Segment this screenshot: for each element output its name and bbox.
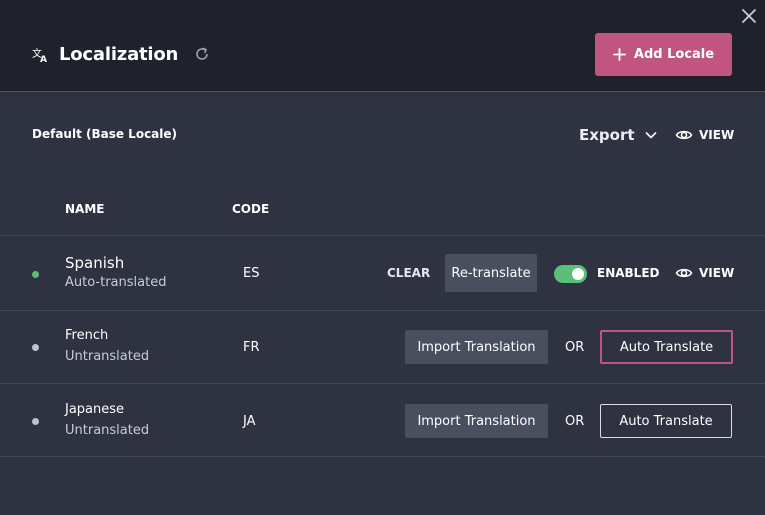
column-header-name: NAME [65,202,105,216]
locale-status: Untranslated [65,423,150,438]
import-translation-button[interactable]: Import Translation [405,404,548,438]
locale-name: Japanese [65,402,125,417]
view-label: VIEW [699,128,735,142]
auto-translate-label: Auto Translate [619,339,714,355]
locale-status: Auto-translated [65,275,167,290]
auto-translate-label: Auto Translate [619,413,713,429]
import-translation-label: Import Translation [417,413,536,429]
translate-icon: 文 A [32,47,47,63]
view-label: VIEW [699,266,735,280]
auto-translate-button[interactable]: Auto Translate [600,330,733,364]
import-translation-label: Import Translation [417,339,536,355]
enabled-label: ENABLED [597,266,660,280]
locale-row-french: French Untranslated FR Import Translatio… [0,310,765,383]
locale-code: JA [243,414,256,429]
retranslate-label: Re-translate [451,265,531,281]
locale-code: ES [243,266,260,281]
retranslate-button[interactable]: Re-translate [445,254,537,292]
export-dropdown[interactable]: Export [579,125,657,145]
export-label: Export [579,126,635,144]
locale-code: FR [243,340,260,355]
refresh-icon[interactable] [194,46,210,62]
eye-icon [675,130,693,140]
column-header-code: CODE [232,202,270,216]
title-group: 文 A Localization [32,42,210,66]
locale-status: Untranslated [65,349,150,364]
add-locale-button[interactable]: Add Locale [595,33,732,76]
close-icon[interactable] [740,7,758,25]
base-view-link[interactable]: VIEW [675,126,734,144]
locale-name: Spanish [65,254,125,272]
base-locale-label: Default (Base Locale) [32,127,178,141]
spanish-view-link[interactable]: VIEW [675,264,734,282]
dialog-title: Localization [59,43,179,65]
chevron-down-icon [645,132,656,139]
status-dot [32,344,39,351]
svg-text:A: A [40,55,47,63]
or-separator: OR [565,414,585,429]
import-translation-button[interactable]: Import Translation [405,330,548,364]
status-dot [32,418,39,425]
add-locale-label: Add Locale [633,47,715,62]
or-separator: OR [565,340,585,355]
auto-translate-button[interactable]: Auto Translate [600,404,732,438]
status-dot [32,271,39,278]
locale-name: French [65,328,109,343]
dialog-header: 文 A Localization Add Locale [0,0,765,92]
locale-row-japanese: Japanese Untranslated JA Import Translat… [0,383,765,457]
enabled-toggle[interactable] [554,265,587,283]
eye-icon [675,268,693,278]
locale-row-spanish: Spanish Auto-translated ES CLEAR Re-tran… [0,235,765,310]
plus-icon [613,48,626,61]
toggle-knob [572,268,584,280]
clear-button[interactable]: CLEAR [387,266,430,280]
